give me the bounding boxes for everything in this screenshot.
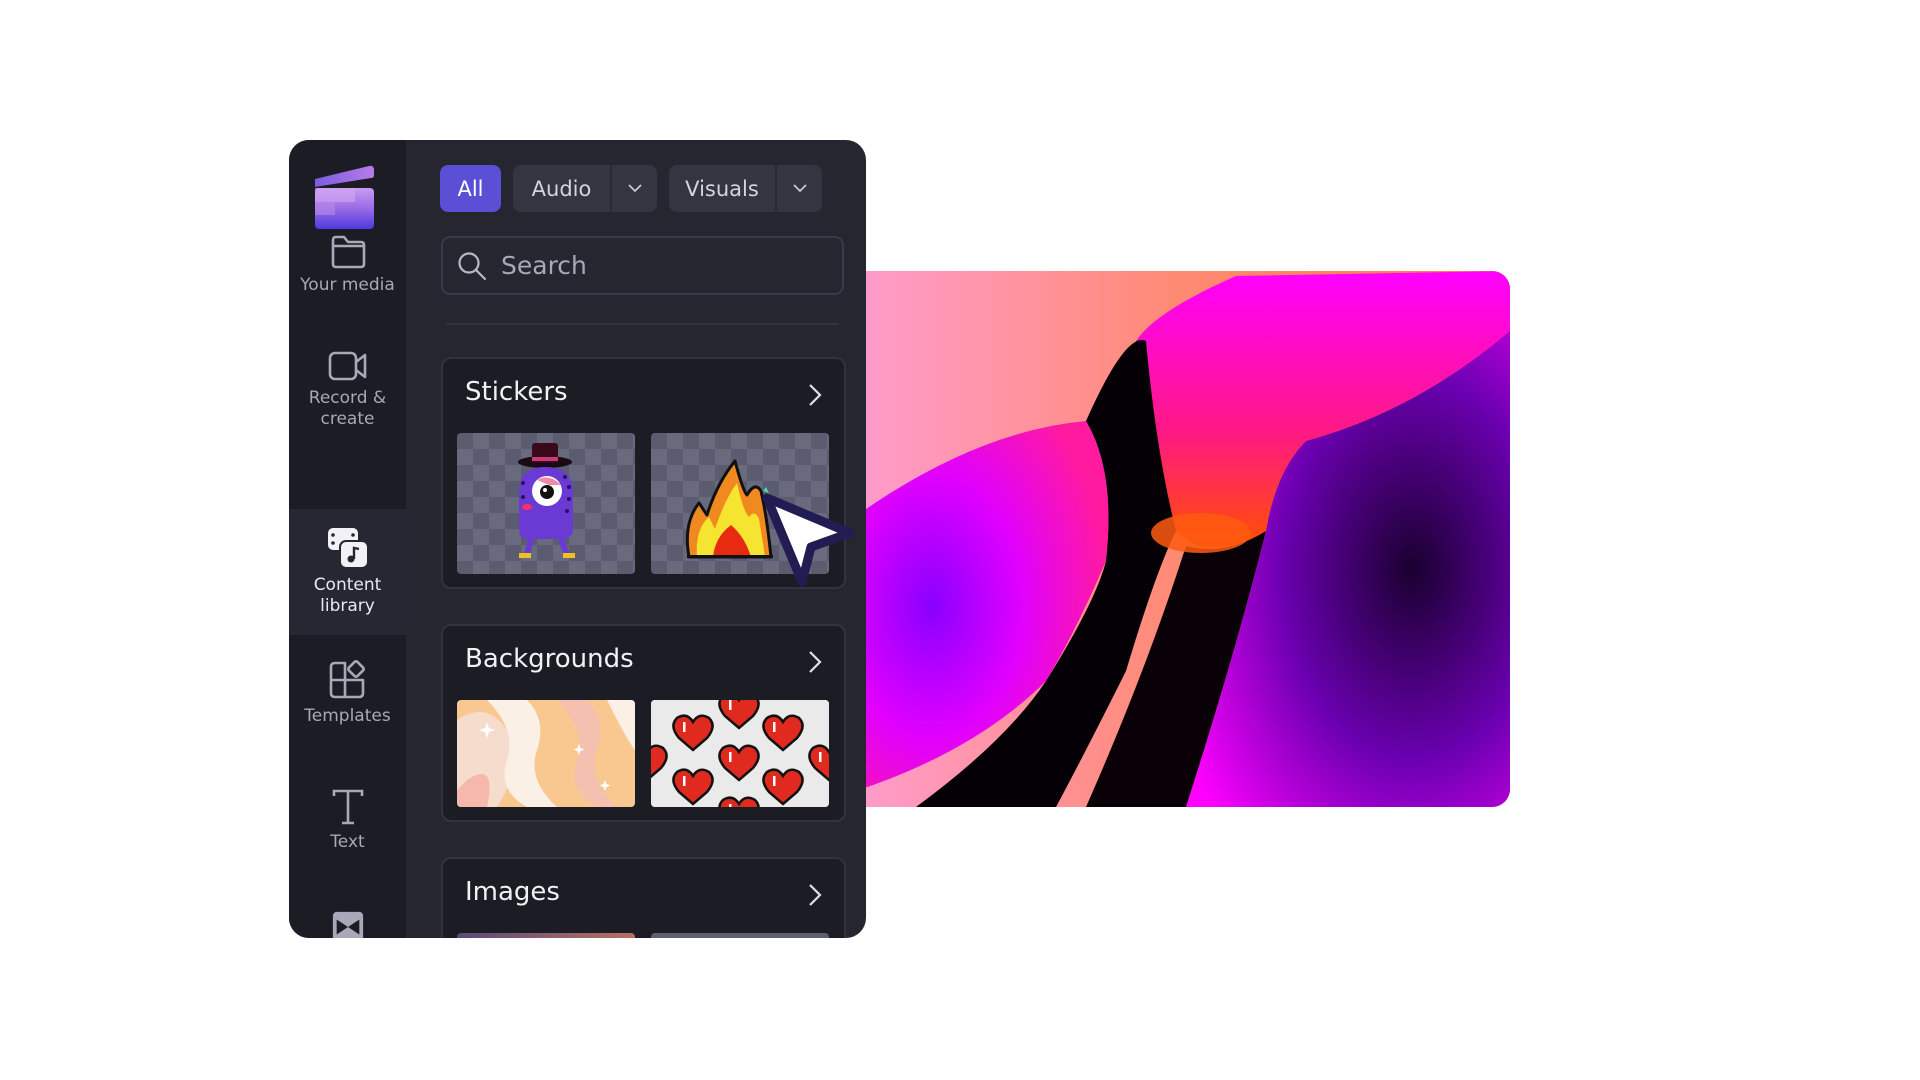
- image-thumbnail[interactable]: [457, 933, 635, 938]
- background-thumbnail-waves[interactable]: [457, 700, 635, 807]
- audio-dropdown-button[interactable]: [612, 165, 657, 212]
- transitions-icon: [332, 911, 363, 938]
- section-title: Stickers: [465, 377, 568, 407]
- filter-audio-button[interactable]: Audio: [513, 165, 612, 212]
- sidebar-item-label: Your media: [300, 275, 395, 295]
- chevron-down-icon: [792, 184, 807, 193]
- visuals-dropdown-button[interactable]: [777, 165, 822, 212]
- sidebar-item-label: Record & create: [308, 388, 387, 429]
- search-input[interactable]: [499, 250, 833, 281]
- search-box[interactable]: [441, 236, 844, 295]
- sidebar-item-label: Text: [330, 832, 365, 852]
- sidebar-item-label: Content library: [313, 575, 382, 616]
- pixel-hearts-background: [651, 700, 829, 807]
- search-icon: [458, 251, 487, 280]
- sidebar-item-record-create[interactable]: Record & create: [289, 350, 406, 450]
- section-title: Images: [465, 877, 560, 907]
- filter-audio-group: Audio: [513, 165, 657, 212]
- section-backgrounds: Backgrounds: [441, 624, 846, 822]
- filter-visuals-button[interactable]: Visuals: [669, 165, 777, 212]
- folder-icon: [331, 235, 365, 269]
- background-thumbnail-hearts[interactable]: [651, 700, 829, 807]
- sidebar-item-templates[interactable]: Templates: [289, 660, 406, 755]
- filter-visuals-group: Visuals: [669, 165, 822, 212]
- chevron-right-icon[interactable]: [808, 650, 822, 674]
- image-thumbnail[interactable]: [651, 933, 829, 938]
- sidebar-item-label: Templates: [304, 706, 391, 726]
- clipchamp-logo[interactable]: [314, 165, 374, 229]
- filter-all-button[interactable]: All: [440, 165, 501, 212]
- divider: [446, 323, 839, 325]
- text-icon: [332, 789, 363, 825]
- chevron-down-icon: [627, 184, 642, 193]
- sidebar-item-transitions[interactable]: [289, 910, 406, 938]
- pastel-waves-background: [457, 700, 635, 807]
- section-images: Images: [441, 857, 846, 938]
- abstract-artwork: [856, 271, 1510, 807]
- purple-monster-sticker: [518, 443, 575, 558]
- sidebar: Your media Record & create Content libra…: [289, 140, 406, 938]
- video-camera-icon: [328, 351, 366, 381]
- mouse-cursor-icon: [762, 493, 855, 587]
- preview-image: [856, 271, 1510, 807]
- content-library-icon: [327, 528, 369, 569]
- chevron-right-icon[interactable]: [808, 883, 822, 907]
- chevron-right-icon[interactable]: [808, 383, 822, 407]
- templates-icon: [329, 660, 365, 699]
- section-title: Backgrounds: [465, 644, 634, 674]
- sidebar-item-content-library[interactable]: Content library: [289, 509, 406, 635]
- sticker-thumbnail-monster[interactable]: [457, 433, 635, 574]
- sidebar-item-your-media[interactable]: Your media: [289, 235, 406, 325]
- sidebar-item-text[interactable]: Text: [289, 788, 406, 878]
